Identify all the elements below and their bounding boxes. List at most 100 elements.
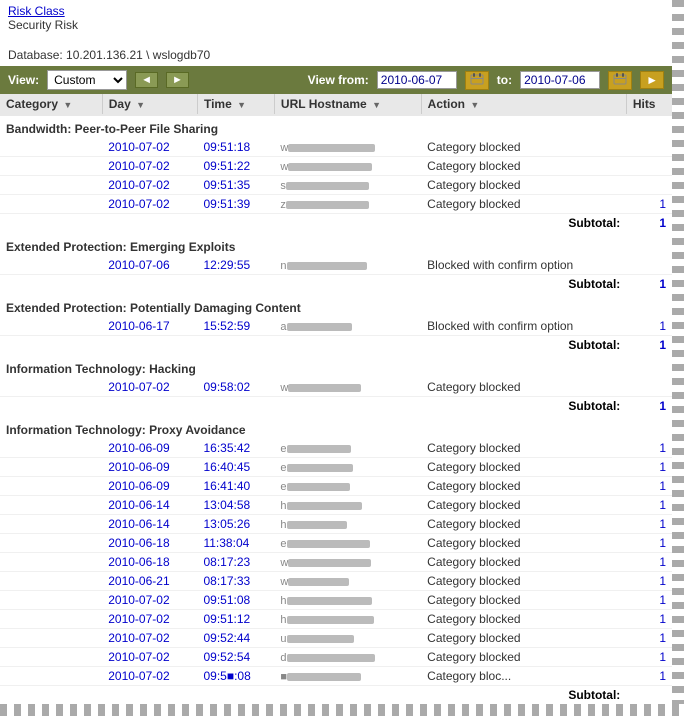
calendar-to-button[interactable] xyxy=(608,71,632,90)
col-url[interactable]: URL Hostname ▼ xyxy=(274,94,421,116)
action-cell: Category blocked xyxy=(421,515,626,534)
action-cell: Category blocked xyxy=(421,157,626,176)
action-cell: Category blocked xyxy=(421,477,626,496)
nav-forward-button[interactable]: ► xyxy=(166,72,189,88)
day-cell: 2010-06-21 xyxy=(102,572,197,591)
time-cell: 13:05:26 xyxy=(197,515,274,534)
day-cell: 2010-07-02 xyxy=(102,591,197,610)
url-cell: ■ xyxy=(274,667,421,686)
view-select[interactable]: Custom xyxy=(47,70,127,90)
category-cell xyxy=(0,667,102,686)
category-cell xyxy=(0,157,102,176)
subtotal-label: Subtotal: xyxy=(0,686,626,705)
hits-cell: 1 xyxy=(626,477,672,496)
day-cell: 2010-07-02 xyxy=(102,138,197,157)
page-title: Security Risk xyxy=(0,18,672,32)
hits-cell: 1 xyxy=(626,534,672,553)
date-from-input[interactable] xyxy=(377,71,457,89)
action-cell: Blocked with confirm option xyxy=(421,317,626,336)
category-cell xyxy=(0,572,102,591)
category-cell xyxy=(0,496,102,515)
nav-back-button[interactable]: ◄ xyxy=(135,72,158,88)
category-header-row: Information Technology: Proxy Avoidance xyxy=(0,417,672,439)
hits-cell: 1 xyxy=(626,195,672,214)
table-row: 2010-06-18 11:38:04 e Category blocked 1 xyxy=(0,534,672,553)
action-cell: Category blocked xyxy=(421,591,626,610)
category-header-row: Extended Protection: Emerging Exploits xyxy=(0,234,672,256)
hits-cell: 1 xyxy=(626,591,672,610)
action-cell: Category blocked xyxy=(421,534,626,553)
action-cell: Category bloc... xyxy=(421,667,626,686)
table-row: 2010-07-02 09:51:22 w Category blocked xyxy=(0,157,672,176)
day-cell: 2010-06-18 xyxy=(102,534,197,553)
hits-cell: 1 xyxy=(626,496,672,515)
subtotal-label: Subtotal: xyxy=(0,336,626,357)
hits-cell: 1 xyxy=(626,553,672,572)
category-cell xyxy=(0,515,102,534)
col-action[interactable]: Action ▼ xyxy=(421,94,626,116)
url-cell: w xyxy=(274,572,421,591)
time-cell: 09:51:12 xyxy=(197,610,274,629)
hits-cell: 1 xyxy=(626,648,672,667)
table-row: 2010-07-02 09:51:08 h Category blocked 1 xyxy=(0,591,672,610)
url-cell: s xyxy=(274,176,421,195)
action-cell: Category blocked xyxy=(421,496,626,515)
table-row: 2010-07-02 09:58:02 w Category blocked xyxy=(0,378,672,397)
time-cell: 09:51:35 xyxy=(197,176,274,195)
calendar-from-button[interactable] xyxy=(465,71,489,90)
table-row: 2010-06-21 08:17:33 w Category blocked 1 xyxy=(0,572,672,591)
action-cell: Category blocked xyxy=(421,572,626,591)
day-cell: 2010-07-02 xyxy=(102,648,197,667)
risk-class-link[interactable]: Risk Class xyxy=(8,4,65,18)
time-cell: 09:58:02 xyxy=(197,378,274,397)
day-cell: 2010-07-02 xyxy=(102,157,197,176)
go-button[interactable]: ► xyxy=(640,71,664,89)
category-cell xyxy=(0,439,102,458)
bottom-border xyxy=(0,704,684,716)
url-cell: h xyxy=(274,515,421,534)
action-cell: Category blocked xyxy=(421,553,626,572)
hits-cell: 1 xyxy=(626,317,672,336)
col-time[interactable]: Time ▼ xyxy=(197,94,274,116)
table-row: 2010-06-09 16:40:45 e Category blocked 1 xyxy=(0,458,672,477)
time-cell: 09:52:44 xyxy=(197,629,274,648)
toolbar: View: Custom ◄ ► View from: to: ► xyxy=(0,66,672,94)
subtotal-value: 1 xyxy=(626,336,672,357)
table-row: 2010-07-02 09:51:39 z Category blocked 1 xyxy=(0,195,672,214)
subtotal-row: Subtotal:1 xyxy=(0,336,672,357)
hits-cell: 1 xyxy=(626,629,672,648)
category-name: Bandwidth: Peer-to-Peer File Sharing xyxy=(0,116,672,138)
url-cell: w xyxy=(274,138,421,157)
day-cell: 2010-06-17 xyxy=(102,317,197,336)
table-row: 2010-07-02 09:51:18 w Category blocked xyxy=(0,138,672,157)
day-cell: 2010-07-02 xyxy=(102,378,197,397)
action-cell: Category blocked xyxy=(421,378,626,397)
col-category[interactable]: Category ▼ xyxy=(0,94,102,116)
url-cell: w xyxy=(274,378,421,397)
url-cell: h xyxy=(274,496,421,515)
hits-cell: 1 xyxy=(626,610,672,629)
hits-cell: 1 xyxy=(626,572,672,591)
database-label: Database: xyxy=(8,48,63,62)
url-cell: e xyxy=(274,458,421,477)
time-cell: 16:35:42 xyxy=(197,439,274,458)
subtotal-row: Subtotal: xyxy=(0,686,672,705)
day-cell: 2010-06-09 xyxy=(102,458,197,477)
url-cell: z xyxy=(274,195,421,214)
day-cell: 2010-06-09 xyxy=(102,477,197,496)
category-name: Information Technology: Proxy Avoidance xyxy=(0,417,672,439)
time-cell: 16:41:40 xyxy=(197,477,274,496)
date-to-input[interactable] xyxy=(520,71,600,89)
subtotal-value xyxy=(626,686,672,705)
table-row: 2010-07-02 09:52:54 d Category blocked 1 xyxy=(0,648,672,667)
col-day[interactable]: Day ▼ xyxy=(102,94,197,116)
day-cell: 2010-07-02 xyxy=(102,629,197,648)
action-cell: Category blocked xyxy=(421,439,626,458)
subtotal-label: Subtotal: xyxy=(0,275,626,296)
time-cell: 08:17:33 xyxy=(197,572,274,591)
action-cell: Category blocked xyxy=(421,629,626,648)
category-cell xyxy=(0,534,102,553)
category-cell xyxy=(0,176,102,195)
col-hits[interactable]: Hits xyxy=(626,94,672,116)
url-cell: e xyxy=(274,439,421,458)
